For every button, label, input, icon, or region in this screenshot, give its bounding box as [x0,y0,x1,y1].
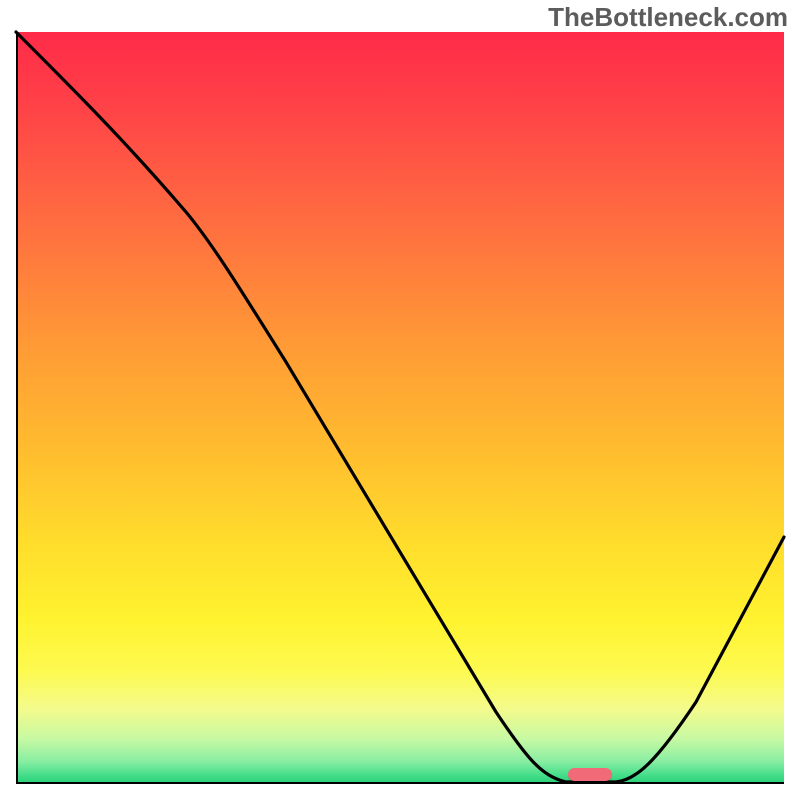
watermark-text: TheBottleneck.com [548,2,788,33]
x-axis-line [16,782,784,784]
bottleneck-curve-path [16,32,784,782]
curve-svg [16,32,784,784]
y-axis-line [16,32,18,784]
plot-area [16,32,784,784]
optimal-point-marker [568,768,612,781]
chart-canvas: TheBottleneck.com [0,0,800,800]
